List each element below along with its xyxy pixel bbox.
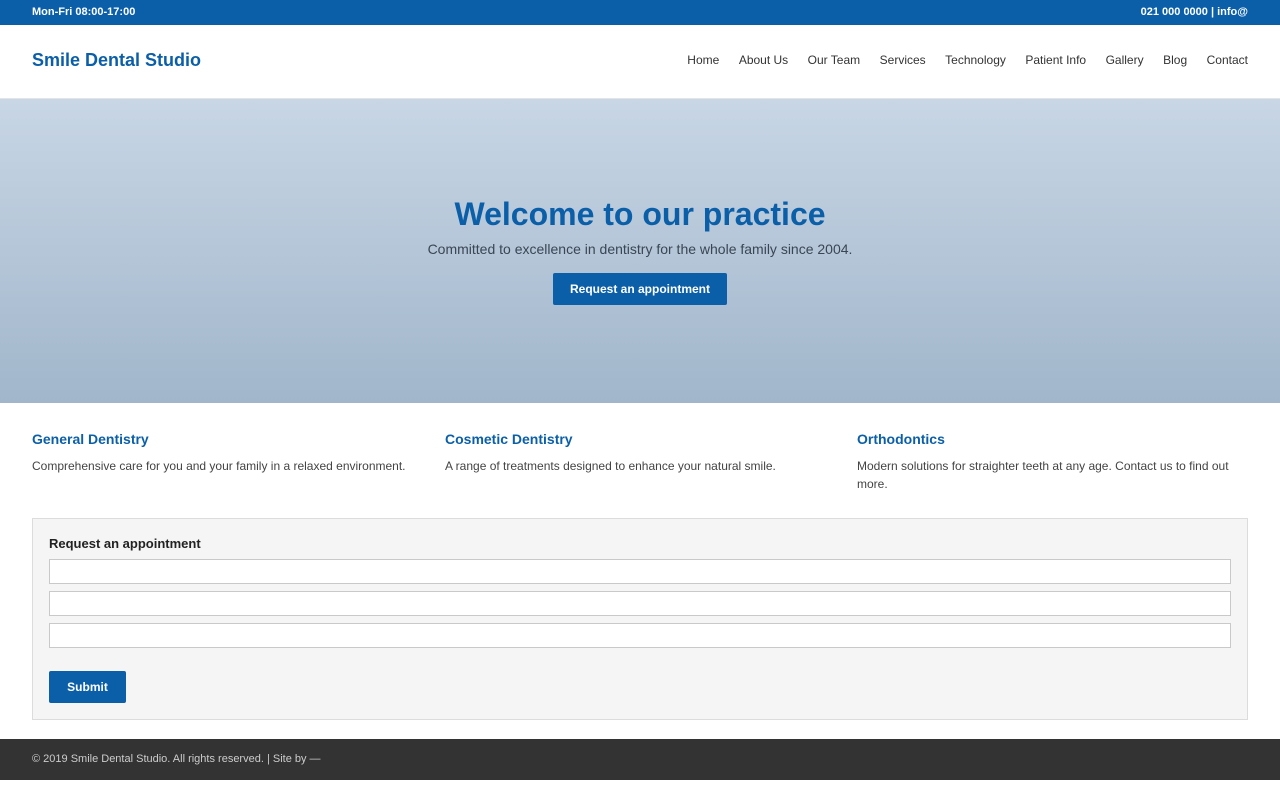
feature-title: Cosmetic Dentistry (445, 431, 573, 447)
hero-subtitle: Committed to excellence in dentistry for… (427, 241, 853, 257)
feature-text: Modern solutions for straighter teeth at… (857, 459, 1229, 491)
feature-cosmetic-dentistry: Cosmetic Dentistry A range of treatments… (445, 431, 835, 475)
appointment-field-3[interactable] (49, 623, 1231, 648)
footer-copyright: © 2019 Smile Dental Studio. All rights r… (32, 753, 321, 765)
hero-title: Welcome to our practice (454, 196, 826, 232)
nav-home[interactable]: Home (687, 53, 719, 67)
main-nav: Home About Us Our Team Services Technolo… (687, 53, 1248, 67)
nav-technology[interactable]: Technology (945, 53, 1006, 67)
nav-about-us[interactable]: About Us (739, 53, 788, 67)
appointment-field-1[interactable] (49, 559, 1231, 584)
feature-general-dentistry: General Dentistry Comprehensive care for… (32, 431, 422, 475)
nav-contact[interactable]: Contact (1207, 53, 1248, 67)
feature-title: General Dentistry (32, 431, 149, 447)
feature-text: A range of treatments designed to enhanc… (445, 459, 776, 473)
submit-button[interactable]: Submit (49, 671, 126, 703)
form-title: Request an appointment (49, 536, 201, 551)
site-logo[interactable]: Smile Dental Studio (32, 50, 201, 71)
nav-our-team[interactable]: Our Team (808, 53, 860, 67)
contact-info: 021 000 0000 | info@ (1140, 6, 1248, 18)
hero-banner: Welcome to our practice Committed to exc… (0, 99, 1280, 403)
nav-patient-info[interactable]: Patient Info (1025, 53, 1086, 67)
nav-services[interactable]: Services (880, 53, 926, 67)
services-features: General Dentistry Comprehensive care for… (32, 431, 1248, 501)
feature-text: Comprehensive care for you and your fami… (32, 459, 406, 473)
top-info-bar: Mon-Fri 08:00-17:00 021 000 0000 | info@ (0, 0, 1280, 25)
feature-title: Orthodontics (857, 431, 945, 447)
nav-blog[interactable]: Blog (1163, 53, 1187, 67)
nav-gallery[interactable]: Gallery (1106, 53, 1144, 67)
site-footer: © 2019 Smile Dental Studio. All rights r… (0, 739, 1280, 780)
site-header: Smile Dental Studio Home About Us Our Te… (0, 25, 1280, 99)
request-appointment-button[interactable]: Request an appointment (553, 273, 727, 305)
appointment-field-2[interactable] (49, 591, 1231, 616)
feature-orthodontics: Orthodontics Modern solutions for straig… (857, 431, 1247, 493)
opening-hours: Mon-Fri 08:00-17:00 (32, 6, 136, 18)
appointment-form: Request an appointment Submit (32, 518, 1248, 720)
